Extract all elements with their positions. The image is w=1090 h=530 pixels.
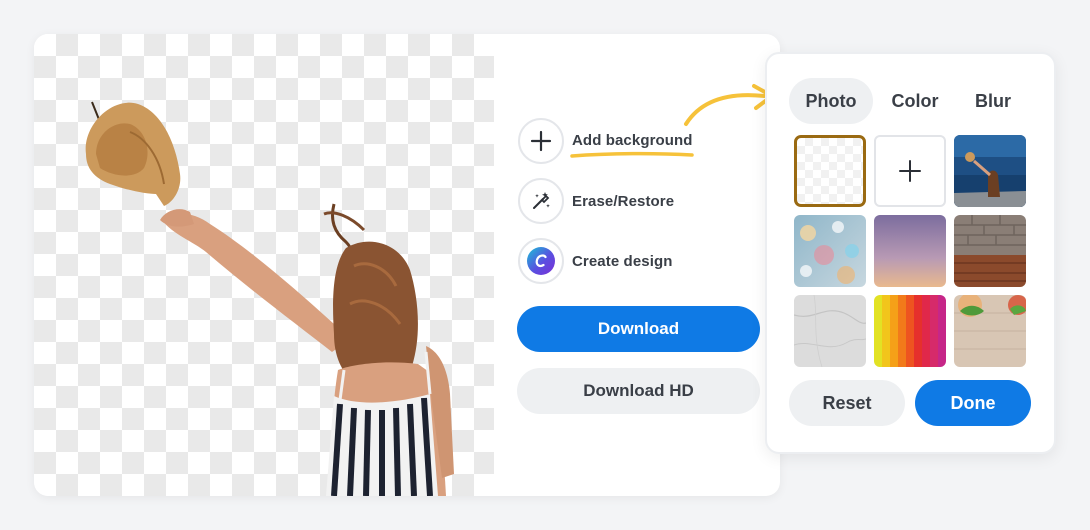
transparent-canvas	[34, 34, 494, 496]
swatch-food-table[interactable]	[954, 295, 1026, 367]
tab-photo[interactable]: Photo	[789, 78, 873, 124]
hat-illustration	[85, 101, 181, 206]
download-hd-button[interactable]: Download HD	[517, 368, 760, 414]
erase-restore-action[interactable]: Erase/Restore	[518, 177, 674, 225]
swatch-purple-sunset[interactable]	[874, 215, 946, 287]
create-design-action[interactable]: Create design	[518, 237, 673, 285]
erase-restore-label: Erase/Restore	[572, 192, 675, 210]
highlight-underline	[570, 151, 694, 158]
background-picker-panel: Photo Color Blur Reset Done	[765, 52, 1056, 454]
swatch-transparent-selected[interactable]	[794, 135, 866, 207]
swatch-rainbow-stripes[interactable]	[874, 295, 946, 367]
woman-figure	[160, 203, 454, 496]
add-background-label: Add background	[572, 132, 693, 149]
swatch-add-button[interactable]	[874, 135, 946, 207]
reset-button[interactable]: Reset	[789, 380, 905, 426]
swatch-ocean-photo[interactable]	[954, 135, 1026, 207]
magic-brush-icon	[518, 178, 564, 224]
swatch-marble[interactable]	[794, 295, 866, 367]
subject-cutout-image	[85, 101, 454, 496]
tab-color[interactable]: Color	[875, 78, 955, 124]
add-background-action[interactable]: Add background	[518, 117, 694, 165]
swatch-bokeh-photo[interactable]	[794, 215, 866, 287]
download-button[interactable]: Download	[517, 306, 760, 352]
done-button[interactable]: Done	[915, 380, 1031, 426]
swatch-brick-wood[interactable]	[954, 215, 1026, 287]
canva-logo-icon	[518, 238, 564, 284]
plus-icon	[899, 160, 921, 182]
editor-card: Add background Erase/Restore Create desi…	[34, 34, 780, 496]
plus-icon	[518, 118, 564, 164]
tab-blur[interactable]: Blur	[957, 78, 1029, 124]
create-design-label: Create design	[572, 252, 673, 270]
